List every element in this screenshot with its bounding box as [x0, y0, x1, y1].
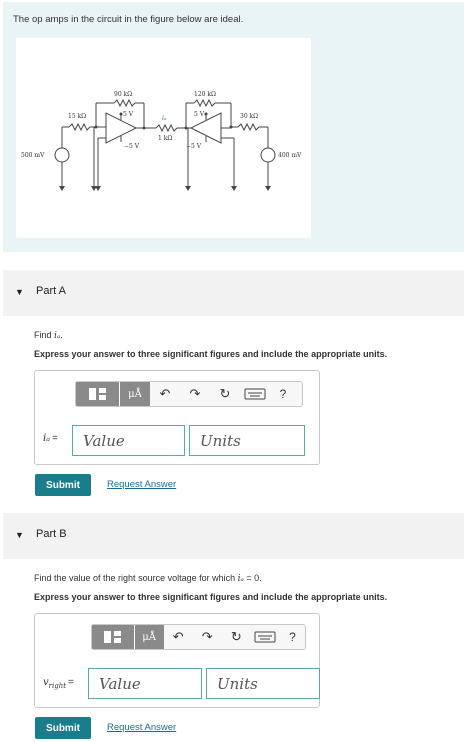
templates-icon[interactable] — [92, 625, 135, 649]
collapse-caret-icon[interactable]: ▼ — [15, 530, 24, 540]
reset-icon[interactable]: ↻ — [210, 382, 240, 406]
units-button[interactable]: μÅ — [120, 382, 150, 406]
part-b-answer-box: μÅ ↶ ↷ ↻ ? vright = Value Units — [34, 613, 320, 708]
part-a-request-answer-link[interactable]: Request Answer — [107, 479, 176, 490]
left-voltage-source — [54, 147, 70, 163]
problem-panel: The op amps in the circuit in the figure… — [3, 2, 464, 252]
resistor-1k — [155, 123, 178, 133]
part-b-find-text: Find the value of the right source volta… — [34, 573, 236, 583]
part-a-toolbar: μÅ ↶ ↷ ↻ ? — [75, 381, 303, 407]
part-a-answer-box: μÅ ↶ ↷ ↻ ? iₐ = Value Units — [34, 370, 320, 465]
part-a-units-input[interactable]: Units — [189, 425, 305, 456]
redo-icon[interactable]: ↷ — [180, 382, 210, 406]
label-120k: 120 kΩ — [194, 91, 216, 98]
part-a-submit-button[interactable]: Submit — [35, 474, 91, 496]
part-a-find-prefix: Find — [34, 330, 52, 340]
keyboard-icon[interactable] — [251, 625, 280, 649]
resistor-90k — [113, 98, 136, 108]
part-a-var: iₐ — [43, 433, 50, 444]
part-b-value-input[interactable]: Value — [88, 668, 202, 699]
part-a-value-input[interactable]: Value — [72, 425, 185, 456]
label-vneg2: −5 V — [186, 143, 202, 150]
part-b-title: Part B — [36, 528, 67, 540]
label-vpos1: 5 V — [123, 111, 134, 118]
help-icon[interactable]: ? — [270, 382, 296, 406]
undo-icon[interactable]: ↶ — [164, 625, 193, 649]
part-b-request-answer-link[interactable]: Request Answer — [107, 722, 176, 733]
part-a-var-label: iₐ = — [43, 433, 58, 444]
part-b-var-label: vright = — [43, 677, 74, 690]
equals-sign: = — [68, 677, 74, 688]
label-vneg1: −5 V — [124, 143, 140, 150]
resistor-30k — [237, 122, 260, 132]
label-vpos2: 5 V — [194, 111, 205, 118]
part-a-instruction: Express your answer to three significant… — [34, 349, 388, 359]
part-a-title: Part A — [36, 285, 66, 297]
part-b-question: Find the value of the right source volta… — [34, 573, 262, 584]
part-b-instruction: Express your answer to three significant… — [34, 592, 388, 602]
circuit-figure: 15 kΩ 90 kΩ 1 kΩ 120 kΩ 30 kΩ 500 mV 400… — [16, 38, 311, 238]
equals-sign: = — [51, 433, 58, 444]
collapse-caret-icon[interactable]: ▼ — [15, 287, 24, 297]
resistor-120k — [193, 98, 216, 108]
templates-icon[interactable] — [76, 382, 120, 406]
label-30k: 30 kΩ — [240, 113, 258, 120]
label-90k: 90 kΩ — [114, 91, 132, 98]
right-voltage-source — [260, 147, 276, 163]
label-right-source: 400 mV — [278, 152, 302, 159]
circuit-diagram: 15 kΩ 90 kΩ 1 kΩ 120 kΩ 30 kΩ 500 mV 400… — [21, 91, 302, 191]
part-b-header[interactable]: ▼ Part B — [3, 513, 464, 559]
label-left-source: 500 mV — [21, 152, 45, 159]
part-a-find-suffix: . — [60, 330, 63, 340]
part-b-var-sub: right — [48, 682, 67, 690]
redo-icon[interactable]: ↷ — [193, 625, 222, 649]
problem-statement: The op amps in the circuit in the figure… — [13, 14, 244, 25]
units-button[interactable]: μÅ — [134, 625, 164, 649]
label-15k: 15 kΩ — [68, 113, 86, 120]
label-ia: iₐ — [162, 115, 166, 122]
help-icon[interactable]: ? — [280, 625, 305, 649]
reset-icon[interactable]: ↻ — [222, 625, 251, 649]
label-1k: 1 kΩ — [158, 135, 172, 142]
part-b-submit-button[interactable]: Submit — [35, 717, 91, 739]
part-b-find-eq: = 0. — [243, 573, 262, 583]
keyboard-icon[interactable] — [240, 382, 270, 406]
part-a-question: Find iₐ. — [34, 330, 63, 341]
part-a-header[interactable]: ▼ Part A — [3, 270, 464, 316]
undo-icon[interactable]: ↶ — [150, 382, 180, 406]
part-b-units-input[interactable]: Units — [206, 668, 320, 699]
resistor-15k — [68, 122, 91, 132]
part-b-toolbar: μÅ ↶ ↷ ↻ ? — [91, 624, 306, 650]
